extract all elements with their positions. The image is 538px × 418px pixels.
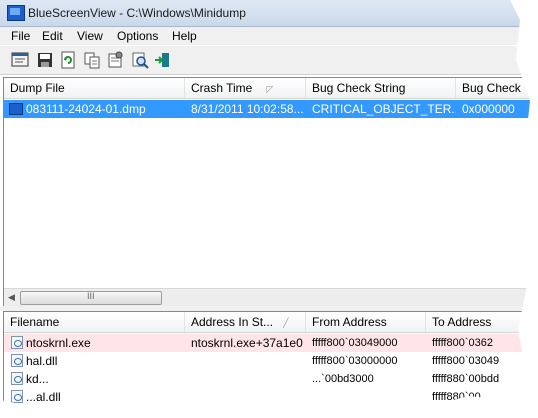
col-crash-time-label: Crash Time [191,81,253,95]
menu-bar: File Edit View Options Help [0,27,534,45]
menu-help[interactable]: Help [172,29,197,43]
window-title: BlueScreenView - C:\Windows\Minidump [28,6,246,20]
module-file-icon [11,372,23,385]
dump-row[interactable]: 083111-24024-01.dmp 8/31/2011 10:02:58..… [4,100,534,118]
filename-cell: kd... [4,370,185,388]
from-address-cell: fffff800`03049000 [312,337,398,349]
toolbar [0,46,534,75]
sort-indicator-icon: ◸ [266,84,274,94]
address-in-stack-cell [185,388,306,406]
dump-list-header: Dump File Crash Time ◸ Bug Check String B… [4,78,534,99]
col-dump-file[interactable]: Dump File [4,78,185,98]
copy-icon[interactable] [83,51,101,69]
module-row[interactable]: ...al.dll ... fffff880`00... [4,388,534,406]
col-address-in-stack-label: Address In St... [191,315,274,329]
module-list[interactable]: Filename Address In St... ╱ From Address … [3,311,534,410]
dump-file-icon [9,103,23,115]
dump-file-name: 083111-24024-01.dmp [26,102,146,116]
menu-options[interactable]: Options [117,29,158,43]
to-address-cell: fffff880`00... [432,391,490,403]
menu-view[interactable]: View [77,29,103,43]
col-bug-check-string[interactable]: Bug Check String [306,78,456,98]
module-file-icon [11,354,23,367]
dump-file-cell: 083111-24024-01.dmp [4,100,185,118]
find-icon[interactable] [131,51,149,69]
from-address-cell: ... [312,391,322,403]
exit-icon[interactable] [153,51,171,69]
from-address-cell: fffff800`03000000 [312,355,398,367]
to-address-cell: fffff800`03049 [432,355,500,367]
bug-check-string-cell: CRITICAL_OBJECT_TER... [312,102,456,116]
module-file-icon [11,390,23,403]
module-list-header: Filename Address In St... ╱ From Address … [4,312,534,333]
address-in-stack-cell [185,352,306,370]
from-address-cell: ...`00bd3000 [312,373,374,385]
scroll-left-icon[interactable]: ◀ [8,292,15,303]
menu-edit[interactable]: Edit [42,29,63,43]
module-row[interactable]: hal.dll fffff800`03000000 fffff800`03049 [4,352,534,370]
scrollbar-grip: III [87,291,95,301]
filename-text: ...al.dll [26,390,61,404]
filename-text: ntoskrnl.exe [26,336,91,350]
col-to-address[interactable]: To Address [426,312,534,332]
col-crash-time[interactable]: Crash Time ◸ [185,78,306,98]
menu-file[interactable]: File [11,29,30,43]
dump-list[interactable]: Dump File Crash Time ◸ Bug Check String B… [3,77,534,307]
horizontal-scrollbar[interactable]: ◀ III [4,288,534,306]
app-window: BlueScreenView - C:\Windows\Minidump Fil… [0,0,534,410]
to-address-cell: fffff880`00bdd [432,373,500,385]
filename-cell: ...al.dll [4,388,185,406]
properties-icon[interactable] [106,51,124,69]
module-row[interactable]: ntoskrnl.exe ntoskrnl.exe+37a1e0 fffff80… [4,334,534,352]
save-icon[interactable] [36,51,54,69]
col-bug-check[interactable]: Bug Check [456,78,534,98]
column-resize-icon: ╱ [283,318,289,328]
col-address-in-stack[interactable]: Address In St... ╱ [185,312,306,332]
filename-cell: hal.dll [4,352,185,370]
address-in-stack-cell: ntoskrnl.exe+37a1e0 [191,336,303,350]
filename-text: kd... [26,372,49,386]
scrollbar-thumb[interactable]: III [20,291,162,305]
module-file-icon [11,336,23,349]
to-address-cell: fffff800`0362 [432,337,493,349]
address-in-stack-cell [185,370,306,388]
filename-cell: ntoskrnl.exe [4,334,185,352]
module-row[interactable]: kd... ...`00bd3000 fffff880`00bdd [4,370,534,388]
title-bar: BlueScreenView - C:\Windows\Minidump [0,0,534,27]
refresh-icon[interactable] [59,51,77,69]
crash-time-cell: 8/31/2011 10:02:58... [191,102,304,116]
bug-check-cell: 0x000000 [462,102,515,116]
app-icon [7,5,25,21]
filename-text: hal.dll [26,354,58,368]
col-from-address[interactable]: From Address [306,312,426,332]
col-filename[interactable]: Filename [4,312,185,332]
html-report-icon[interactable] [11,51,29,69]
